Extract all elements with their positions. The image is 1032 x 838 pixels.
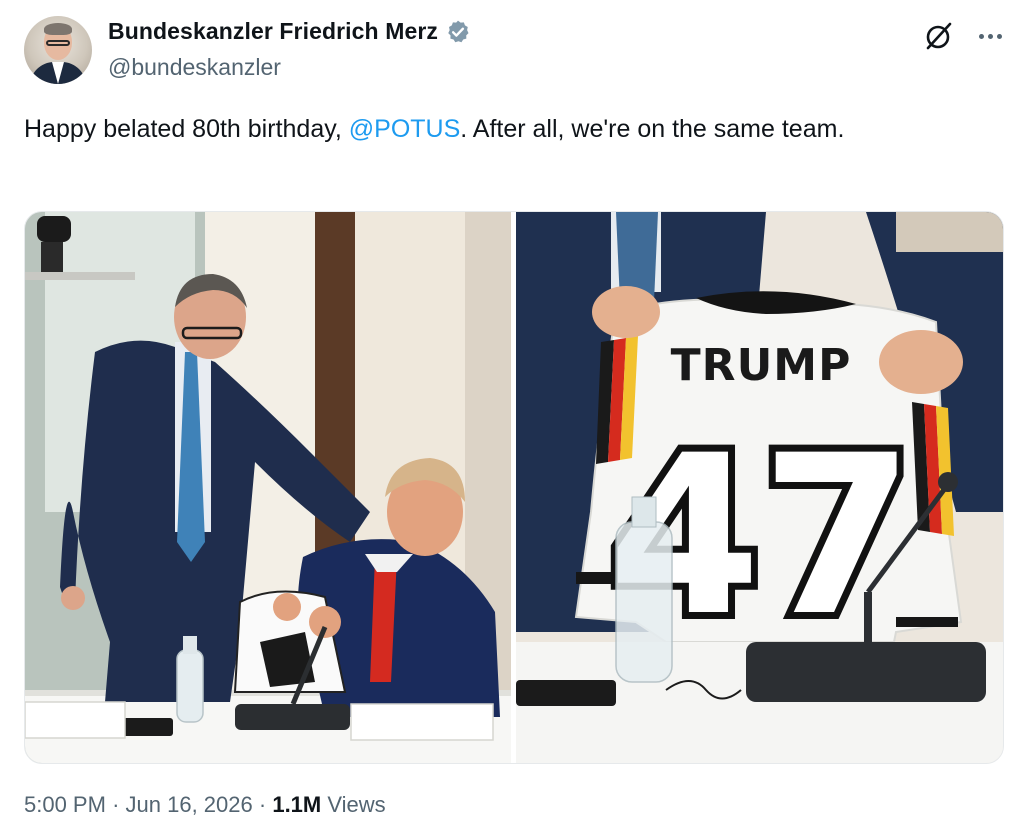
meta-separator: · [112,792,120,817]
photo-left[interactable] [25,212,511,763]
photo-right-illustration: TRUMP 47 [516,212,1003,763]
author-handle[interactable]: @bundeskanzler [108,54,281,81]
mention-link[interactable]: @POTUS [349,115,461,143]
verified-badge-icon[interactable] [445,19,471,45]
meta-separator-2: · [258,792,267,817]
views-label: Views [327,792,386,817]
photo-left-illustration [25,212,511,763]
tweet-text: Happy belated 80th birthday, @POTUS. Aft… [24,108,984,150]
author-avatar[interactable] [24,16,92,84]
author-name-row: Bundeskanzler Friedrich Merz [108,18,471,45]
tweet-meta: 5:00 PM · Jun 16, 2026 · 1.1M Views [24,792,386,818]
tweet-media[interactable]: TRUMP 47 [24,211,1004,764]
grok-icon[interactable] [922,20,954,52]
avatar-glasses [46,40,70,46]
tweet-date[interactable]: Jun 16, 2026 [126,792,253,817]
photo-right[interactable]: TRUMP 47 [516,212,1003,763]
avatar-hair [44,23,72,35]
author-display-name[interactable]: Bundeskanzler Friedrich Merz [108,18,438,45]
views-count: 1.1M [272,792,322,817]
more-options-icon[interactable] [974,20,1006,52]
tweet-header: Bundeskanzler Friedrich Merz @bundeskanz… [24,14,1008,86]
jersey-name-text: TRUMP [671,340,852,391]
tweet-text-after: . After all, we're on the same team. [460,115,845,143]
tweet-time[interactable]: 5:00 PM [24,792,106,817]
tweet-text-before: Happy belated 80th birthday, [24,115,349,143]
